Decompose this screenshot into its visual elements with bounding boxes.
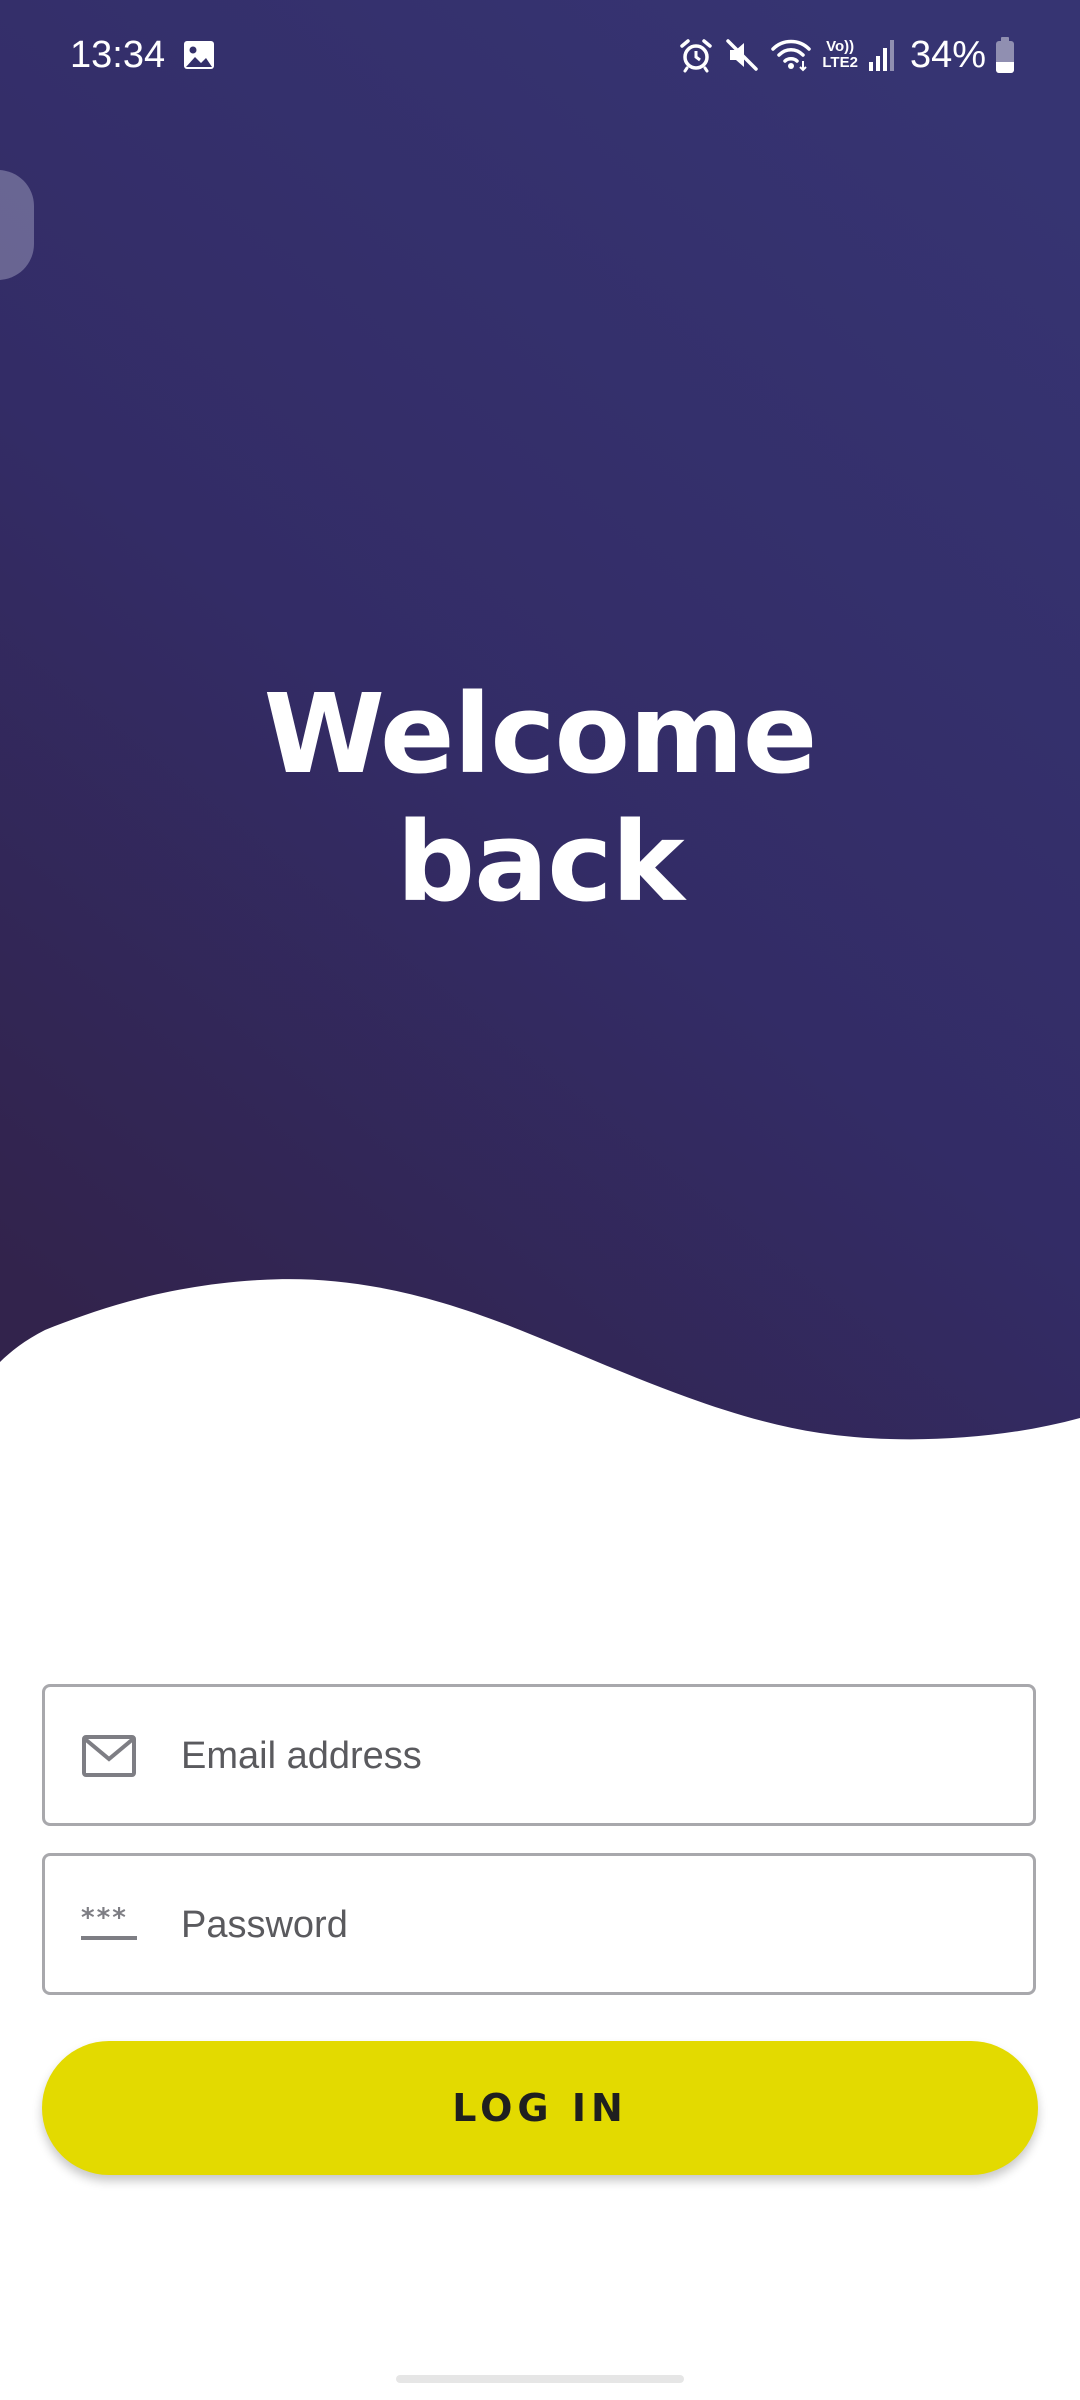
page-title-line1: Welcome bbox=[263, 669, 818, 798]
password-field[interactable]: *** bbox=[42, 1853, 1036, 1995]
status-icons: Vo)) LTE2 34% bbox=[678, 30, 1014, 80]
gallery-icon bbox=[184, 41, 214, 69]
email-input[interactable] bbox=[181, 1711, 1001, 1801]
battery-icon bbox=[996, 37, 1014, 73]
status-time: 13:34 bbox=[70, 34, 166, 76]
status-bar: 13:34 Vo)) LTE2 34% bbox=[0, 0, 1080, 110]
password-input[interactable] bbox=[181, 1880, 1001, 1970]
email-field[interactable] bbox=[42, 1684, 1036, 1826]
home-indicator[interactable] bbox=[396, 2375, 684, 2383]
page-title-line2: back bbox=[396, 797, 684, 926]
mute-icon bbox=[726, 39, 759, 71]
volte-top-label: Vo)) bbox=[826, 38, 855, 55]
page-title: Welcome back bbox=[0, 670, 1080, 926]
signal-icon bbox=[868, 40, 894, 71]
battery-level bbox=[996, 62, 1014, 73]
battery-percent: 34% bbox=[909, 34, 986, 76]
login-button[interactable]: LOG IN bbox=[42, 2041, 1038, 2175]
svg-text:***: *** bbox=[81, 1903, 128, 1933]
volte-icon: Vo)) LTE2 bbox=[822, 39, 858, 71]
wifi-icon bbox=[771, 39, 812, 72]
mail-icon bbox=[82, 1735, 136, 1777]
volte-bottom-label: LTE2 bbox=[822, 54, 858, 71]
password-dots-icon: *** bbox=[81, 1903, 137, 1940]
alarm-icon bbox=[680, 39, 713, 73]
